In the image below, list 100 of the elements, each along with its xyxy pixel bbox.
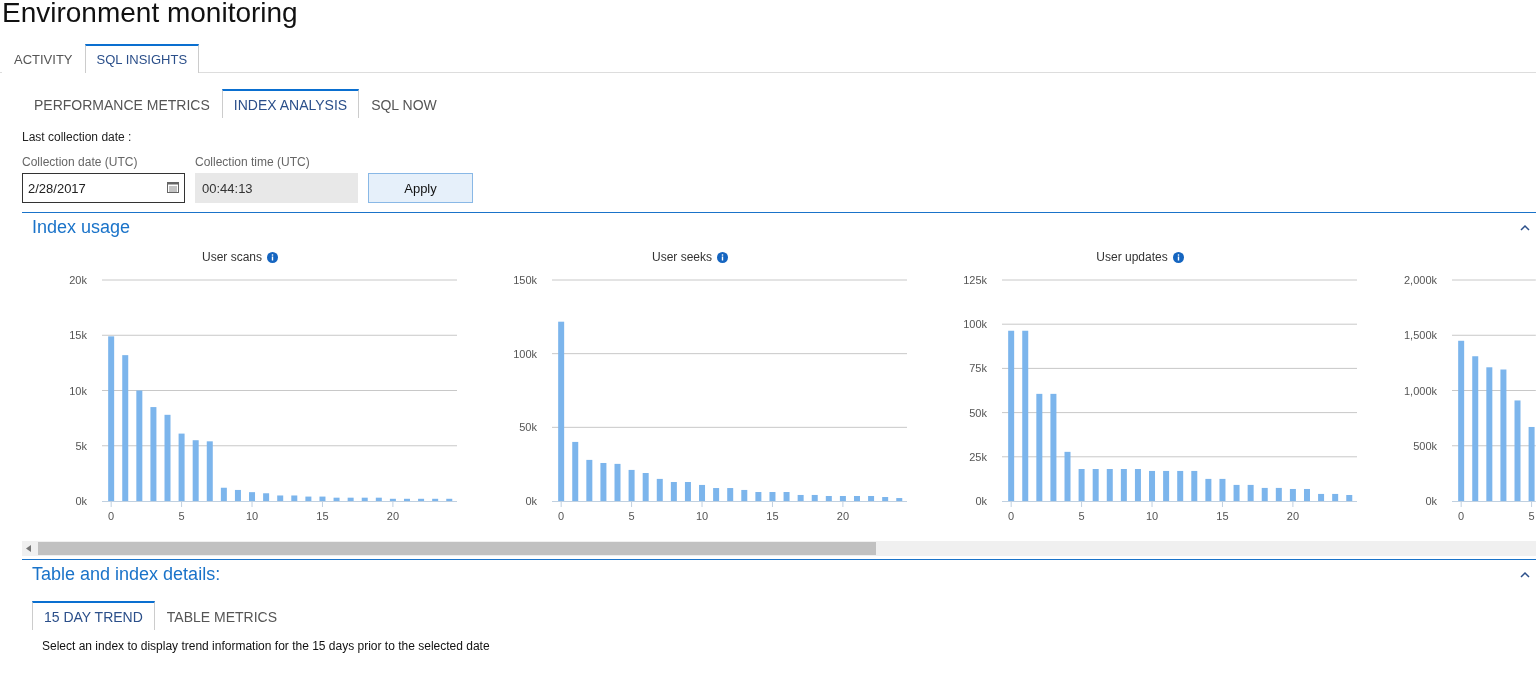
axis-tick-label: 0k [525, 495, 537, 507]
bar [783, 492, 790, 501]
axis-tick-label: 5 [1528, 510, 1535, 522]
bar [178, 433, 185, 501]
bar [656, 478, 663, 501]
chevron-up-icon[interactable] [1520, 571, 1530, 578]
axis-tick-label: 0k [75, 495, 87, 507]
bar [642, 473, 649, 501]
bar [206, 441, 213, 501]
info-icon[interactable] [1172, 251, 1184, 263]
tab[interactable]: SQL INSIGHTS [84, 44, 200, 73]
bar [1163, 470, 1170, 501]
bar [868, 496, 875, 501]
axis-tick-label: 5k [75, 439, 87, 452]
bar [263, 493, 270, 501]
bar [600, 463, 607, 501]
bar [628, 469, 635, 501]
axis-tick-label: 10 [695, 510, 709, 522]
bar [333, 497, 340, 501]
bar [882, 497, 889, 501]
bar [375, 497, 382, 501]
tab[interactable]: 15 DAY TREND [32, 601, 155, 630]
apply-button[interactable]: Apply [368, 173, 473, 203]
bar [1261, 487, 1268, 501]
bar [1247, 484, 1254, 501]
axis-tick-label: 10 [245, 510, 259, 522]
bar [277, 495, 284, 501]
bar [361, 497, 368, 501]
chart-title: User updates [1096, 250, 1168, 264]
bar [1120, 469, 1127, 501]
bar [1318, 493, 1325, 501]
axis-tick-label: 500k [1413, 439, 1437, 452]
bar [854, 496, 860, 501]
bar [572, 441, 579, 501]
bar [418, 498, 425, 501]
section-title: Table and index details: [32, 564, 221, 585]
info-icon[interactable] [267, 251, 278, 263]
bar [1149, 470, 1156, 501]
axis-tick-label: 1,000k [1403, 384, 1437, 397]
bar [432, 498, 439, 501]
bar [741, 489, 748, 501]
bar [446, 498, 453, 501]
bar [234, 489, 241, 501]
bar [1191, 470, 1198, 501]
axis-tick-label: 15 [1216, 510, 1229, 522]
bar [1289, 489, 1296, 501]
axis-tick-label: 15 [766, 510, 779, 522]
axis-tick-label: 0 [108, 510, 115, 522]
section-title: Index usage [32, 217, 131, 238]
axis-tick-label: 100k [513, 347, 537, 360]
bar [1219, 478, 1226, 501]
bar [797, 494, 804, 501]
bar [713, 488, 720, 501]
scroll-left-icon[interactable] [26, 545, 31, 552]
bar [896, 498, 903, 501]
bar [1275, 487, 1282, 501]
axis-tick-label: 10k [69, 384, 87, 397]
scrollbar-track[interactable] [22, 541, 1536, 556]
bar [1177, 470, 1184, 501]
bar [769, 492, 776, 501]
date-field[interactable]: 2/28/2017 [22, 173, 185, 203]
bar [192, 440, 199, 501]
bar [811, 494, 818, 501]
axis-tick-label: 50k [969, 406, 987, 419]
field-label: Collection time (UTC) [195, 155, 311, 169]
axis-tick-label: 15k [69, 329, 87, 342]
axis-tick-label: 1,500k [1403, 329, 1437, 342]
scrollbar-thumb[interactable] [38, 542, 876, 555]
axis-tick-label: 2,000k [1403, 274, 1437, 286]
bar [404, 498, 410, 501]
axis-tick-label: 0 [1458, 510, 1465, 522]
bar [684, 482, 691, 501]
axis-tick-label: 75k [969, 362, 987, 375]
axis-tick-label: 5 [1078, 510, 1085, 522]
bar [1233, 484, 1240, 501]
bar [220, 487, 227, 501]
axis-tick-label: 50k [519, 421, 537, 434]
axis-tick-label: 5 [178, 510, 185, 522]
bar [839, 496, 846, 501]
axis-tick-label: 125k [963, 274, 987, 286]
bar [1078, 469, 1085, 501]
bar [699, 484, 706, 501]
axis-tick-label: 100k [963, 318, 987, 331]
bar [1134, 469, 1141, 501]
bar [614, 463, 621, 501]
axis-tick-label: 20 [1286, 510, 1300, 522]
bar [727, 488, 734, 501]
bar [670, 482, 677, 501]
bar [1304, 489, 1310, 501]
axis-tick-label: 0 [1008, 510, 1015, 522]
axis-tick-label: 0 [558, 510, 565, 522]
bar [305, 496, 312, 501]
axis-tick-label: 0k [975, 495, 987, 507]
chart-title: User scans [202, 250, 262, 264]
axis-tick-label: 20 [836, 510, 850, 522]
tab[interactable]: INDEX ANALYSIS [221, 89, 360, 118]
bar [319, 496, 326, 501]
info-icon[interactable] [717, 251, 728, 263]
calendar-icon[interactable] [167, 182, 179, 193]
chevron-up-icon[interactable] [1520, 224, 1530, 231]
